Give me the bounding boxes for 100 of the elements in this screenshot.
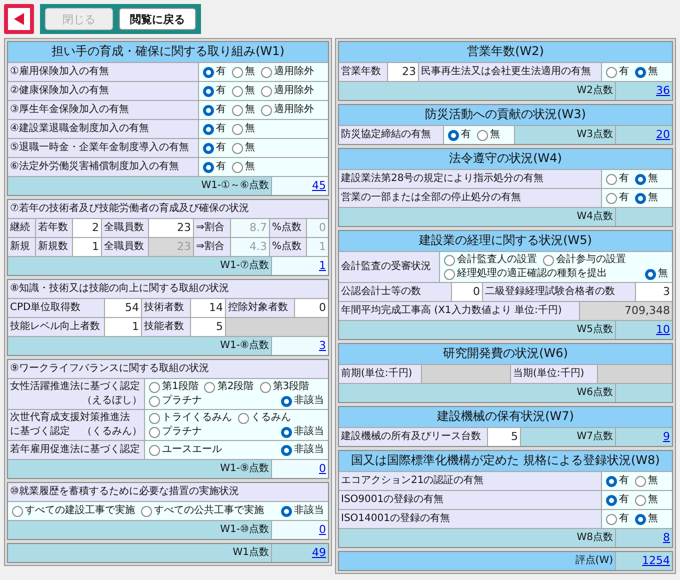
radio-option[interactable]: 無	[232, 122, 255, 136]
section-title: 建設業の経理に関する状況(W5)	[339, 231, 672, 251]
radio-option[interactable]: 非該当	[281, 425, 324, 439]
radio-option[interactable]: 有	[606, 172, 629, 186]
number-field[interactable]: 23	[149, 219, 193, 237]
score-label: W8点数	[339, 529, 615, 547]
radio-option[interactable]: 有	[606, 474, 629, 488]
radio-option[interactable]: 有	[606, 191, 629, 205]
score-link[interactable]: 0	[319, 462, 326, 476]
score-link[interactable]: 45	[312, 179, 326, 193]
radio-option[interactable]: ユースエール	[149, 443, 222, 457]
radio-option[interactable]: プラチナ	[149, 394, 202, 408]
field-label: 若年雇用促進法に基づく認定	[8, 441, 144, 459]
number-field[interactable]: 0	[295, 299, 328, 317]
field-label: %点数	[270, 219, 306, 237]
score-link[interactable]: 10	[656, 323, 670, 337]
radio-option[interactable]: すべての建設工事で実施	[12, 504, 135, 518]
radio-option[interactable]: くるみん	[238, 411, 291, 425]
number-field[interactable]: 54	[105, 299, 141, 317]
radio-option[interactable]: 経理処理の適正確認の種類を提出	[444, 267, 607, 281]
toolbar-button[interactable]: 閲覧に戻る	[119, 8, 196, 30]
score-link[interactable]: 1254	[642, 554, 670, 568]
radio-option[interactable]: 無	[232, 160, 255, 174]
radio-option[interactable]: 有	[606, 512, 629, 526]
section-title: 防災活動への貢献の状況(W3)	[339, 105, 672, 125]
number-field[interactable]: 5	[191, 318, 225, 336]
field-label: 次世代育成支援対策推進法 に基づく認定 （くるみん）	[8, 410, 144, 440]
radio-option[interactable]: すべての公共工事で実施	[141, 504, 264, 518]
radio-option[interactable]: 無	[232, 65, 255, 79]
number-field[interactable]: 5	[488, 428, 520, 446]
radio-option[interactable]: 無	[645, 267, 668, 281]
radio-option[interactable]: 適用除外	[261, 103, 314, 117]
radio-option[interactable]: 無	[232, 141, 255, 155]
radio-option[interactable]: 有	[203, 103, 226, 117]
score-link[interactable]: 49	[312, 546, 326, 560]
radio-option[interactable]: 有	[448, 128, 471, 142]
calculated-value: 0	[307, 219, 328, 237]
field-label: CPD単位取得数	[8, 299, 104, 317]
radio-option[interactable]: 会計監査人の設置	[444, 253, 537, 267]
field-label: 民事再生法又は会社更生法適用の有無	[419, 63, 601, 81]
score-label: W1-⑩点数	[8, 521, 271, 539]
number-field[interactable]: 2	[73, 219, 101, 237]
radio-option[interactable]: 非該当	[281, 504, 324, 518]
score-link[interactable]: 9	[663, 430, 670, 444]
score-label: W5点数	[339, 321, 615, 339]
radio-option[interactable]: 第1段階	[149, 380, 198, 394]
score-label: W1-⑨点数	[8, 460, 271, 478]
radio-option[interactable]: 有	[203, 84, 226, 98]
score-label: W3点数	[515, 126, 615, 144]
number-field[interactable]: 3	[636, 283, 672, 301]
field-label: ⑩就業履歴を蓄積するために必要な措置の実施状況	[8, 483, 328, 501]
radio-option[interactable]: 適用除外	[261, 84, 314, 98]
radio-option[interactable]: 有	[606, 493, 629, 507]
field-label: ④建設業退職金制度加入の有無	[8, 120, 198, 138]
radio-option[interactable]: 無	[232, 103, 255, 117]
field-label: ISO9001の登録の有無	[339, 491, 601, 509]
score-link[interactable]: 8	[663, 531, 670, 545]
radio-option[interactable]: 無	[635, 512, 658, 526]
number-field[interactable]: 1	[105, 318, 141, 336]
field-label: 前期(単位:千円)	[339, 365, 421, 383]
number-field[interactable]: 14	[191, 299, 225, 317]
radio-option[interactable]: 無	[635, 65, 658, 79]
radio-option[interactable]: 非該当	[281, 443, 324, 457]
score-link[interactable]: 20	[656, 128, 670, 142]
number-field[interactable]: 1	[73, 238, 101, 256]
radio-option[interactable]: 無	[232, 84, 255, 98]
radio-option[interactable]: 有	[203, 160, 226, 174]
radio-option[interactable]: 無	[635, 474, 658, 488]
section-title: 法令遵守の状況(W4)	[339, 149, 672, 169]
radio-option[interactable]: 適用除外	[261, 65, 314, 79]
field-label: 公認会計士等の数	[339, 283, 451, 301]
radio-option[interactable]: 会計参与の設置	[543, 253, 626, 267]
number-field[interactable]: 0	[452, 283, 482, 301]
field-label: 建設業法第28号の規定により指示処分の有無	[339, 170, 601, 188]
score-label: W1-⑦点数	[8, 257, 271, 275]
score-field	[616, 208, 672, 226]
radio-option[interactable]: 無	[635, 172, 658, 186]
radio-option[interactable]: 有	[606, 65, 629, 79]
radio-option[interactable]: 無	[477, 128, 500, 142]
score-link[interactable]: 36	[656, 84, 670, 98]
field-label: ⇒割合	[194, 219, 230, 237]
score-link[interactable]: 3	[319, 339, 326, 353]
section-title: 国又は国際標準化機構が定めた 規格による登録状況(W8)	[339, 451, 672, 471]
readonly-value: 709,348	[580, 302, 672, 320]
score-link[interactable]: 0	[319, 523, 326, 537]
radio-option[interactable]: 第2段階	[204, 380, 254, 394]
radio-option[interactable]: 無	[635, 493, 658, 507]
back-button[interactable]	[4, 4, 34, 34]
number-field[interactable]: 23	[388, 63, 418, 81]
radio-option[interactable]: 有	[203, 122, 226, 136]
radio-option[interactable]: 有	[203, 65, 226, 79]
radio-option[interactable]: 第3段階	[260, 380, 310, 394]
radio-option[interactable]: 非該当	[281, 394, 324, 408]
section-title: 研究開発費の状況(W6)	[339, 344, 672, 364]
radio-option[interactable]: 有	[203, 141, 226, 155]
radio-option[interactable]: プラチナ	[149, 425, 202, 439]
radio-option[interactable]: トライくるみん	[149, 411, 232, 425]
field-label: 若年数	[36, 219, 72, 237]
score-link[interactable]: 1	[319, 259, 326, 273]
radio-option[interactable]: 無	[635, 191, 658, 205]
